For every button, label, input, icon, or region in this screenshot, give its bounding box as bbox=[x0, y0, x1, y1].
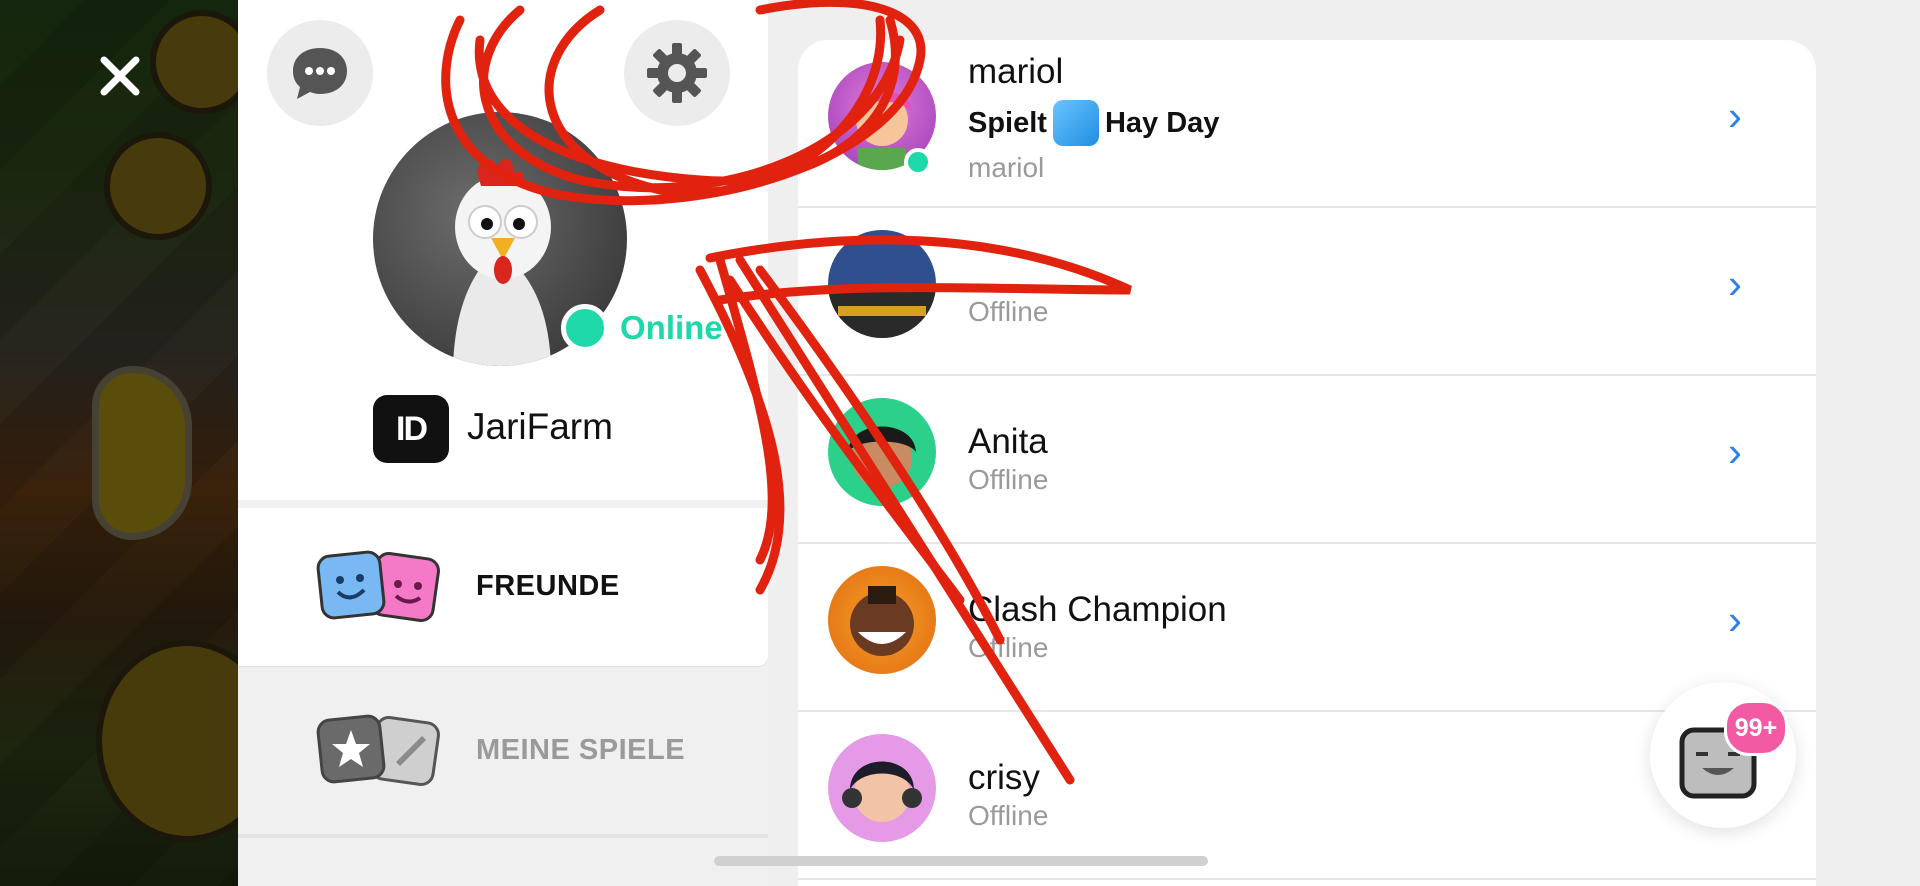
my-games-icon bbox=[316, 714, 440, 786]
chevron-right-icon[interactable]: › bbox=[1728, 260, 1742, 308]
friend-avatar bbox=[828, 398, 936, 506]
friend-name: Clash Champion bbox=[968, 590, 1227, 629]
online-status-label: Online bbox=[620, 309, 723, 346]
chevron-right-icon[interactable]: › bbox=[1728, 92, 1742, 140]
friend-name: mariol bbox=[968, 52, 1064, 91]
friend-avatar bbox=[828, 734, 936, 842]
friend-row-anita[interactable]: Anita Offline › bbox=[798, 376, 1816, 544]
chevron-right-icon[interactable]: › bbox=[1728, 428, 1742, 476]
friend-name: Anita bbox=[968, 422, 1048, 461]
friend-online-dot bbox=[904, 148, 932, 176]
friend-avatar bbox=[828, 566, 936, 674]
tab-my-games-label: MEINE SPIELE bbox=[476, 734, 686, 766]
dim-overlay bbox=[0, 0, 238, 886]
divider bbox=[238, 834, 768, 838]
friend-status: Offline bbox=[968, 800, 1049, 831]
hay-day-game-icon bbox=[1052, 100, 1099, 146]
friend-status: Offline bbox=[968, 296, 1049, 327]
game-background bbox=[0, 0, 238, 886]
settings-button[interactable] bbox=[624, 20, 730, 126]
profile-panel: Online ID JariFarm FREUNDE MEINE SPIELE bbox=[238, 0, 768, 886]
profile-header: Online ID JariFarm bbox=[238, 0, 768, 500]
chat-bubble-icon bbox=[293, 48, 347, 99]
username: JariFarm bbox=[467, 406, 613, 447]
friend-avatar bbox=[828, 230, 936, 338]
playing-prefix: Spielt bbox=[968, 106, 1047, 139]
friend-row-2[interactable]: Offline › bbox=[798, 208, 1816, 376]
playing-game-name: Hay Day bbox=[1104, 106, 1220, 139]
friend-row-clash-champion[interactable]: Clash Champion Offline › bbox=[798, 544, 1816, 712]
friend-subtitle: mariol bbox=[968, 152, 1045, 183]
friend-status: Offline bbox=[968, 632, 1049, 663]
id-badge-icon: ID bbox=[373, 395, 449, 463]
friend-status: Offline bbox=[968, 464, 1049, 495]
friend-name: crisy bbox=[968, 758, 1040, 797]
online-status-dot bbox=[561, 304, 609, 352]
close-icon bbox=[100, 56, 140, 96]
tab-friends-label: FREUNDE bbox=[476, 570, 620, 602]
tab-my-games[interactable]: MEINE SPIELE bbox=[238, 672, 768, 832]
friend-row-mariol[interactable]: mariol Spielt Hay Day mariol › bbox=[798, 40, 1816, 208]
chat-button[interactable] bbox=[267, 20, 373, 126]
chevron-right-icon[interactable]: › bbox=[1728, 596, 1742, 644]
close-button[interactable] bbox=[92, 48, 148, 104]
friends-faces-icon bbox=[316, 550, 440, 622]
friend-playing-status: Spielt Hay Day bbox=[968, 100, 1219, 146]
tab-friends[interactable]: FREUNDE bbox=[238, 508, 768, 666]
gear-icon bbox=[647, 43, 707, 103]
notification-count-badge: 99+ bbox=[1724, 700, 1788, 756]
home-indicator[interactable] bbox=[714, 856, 1208, 866]
